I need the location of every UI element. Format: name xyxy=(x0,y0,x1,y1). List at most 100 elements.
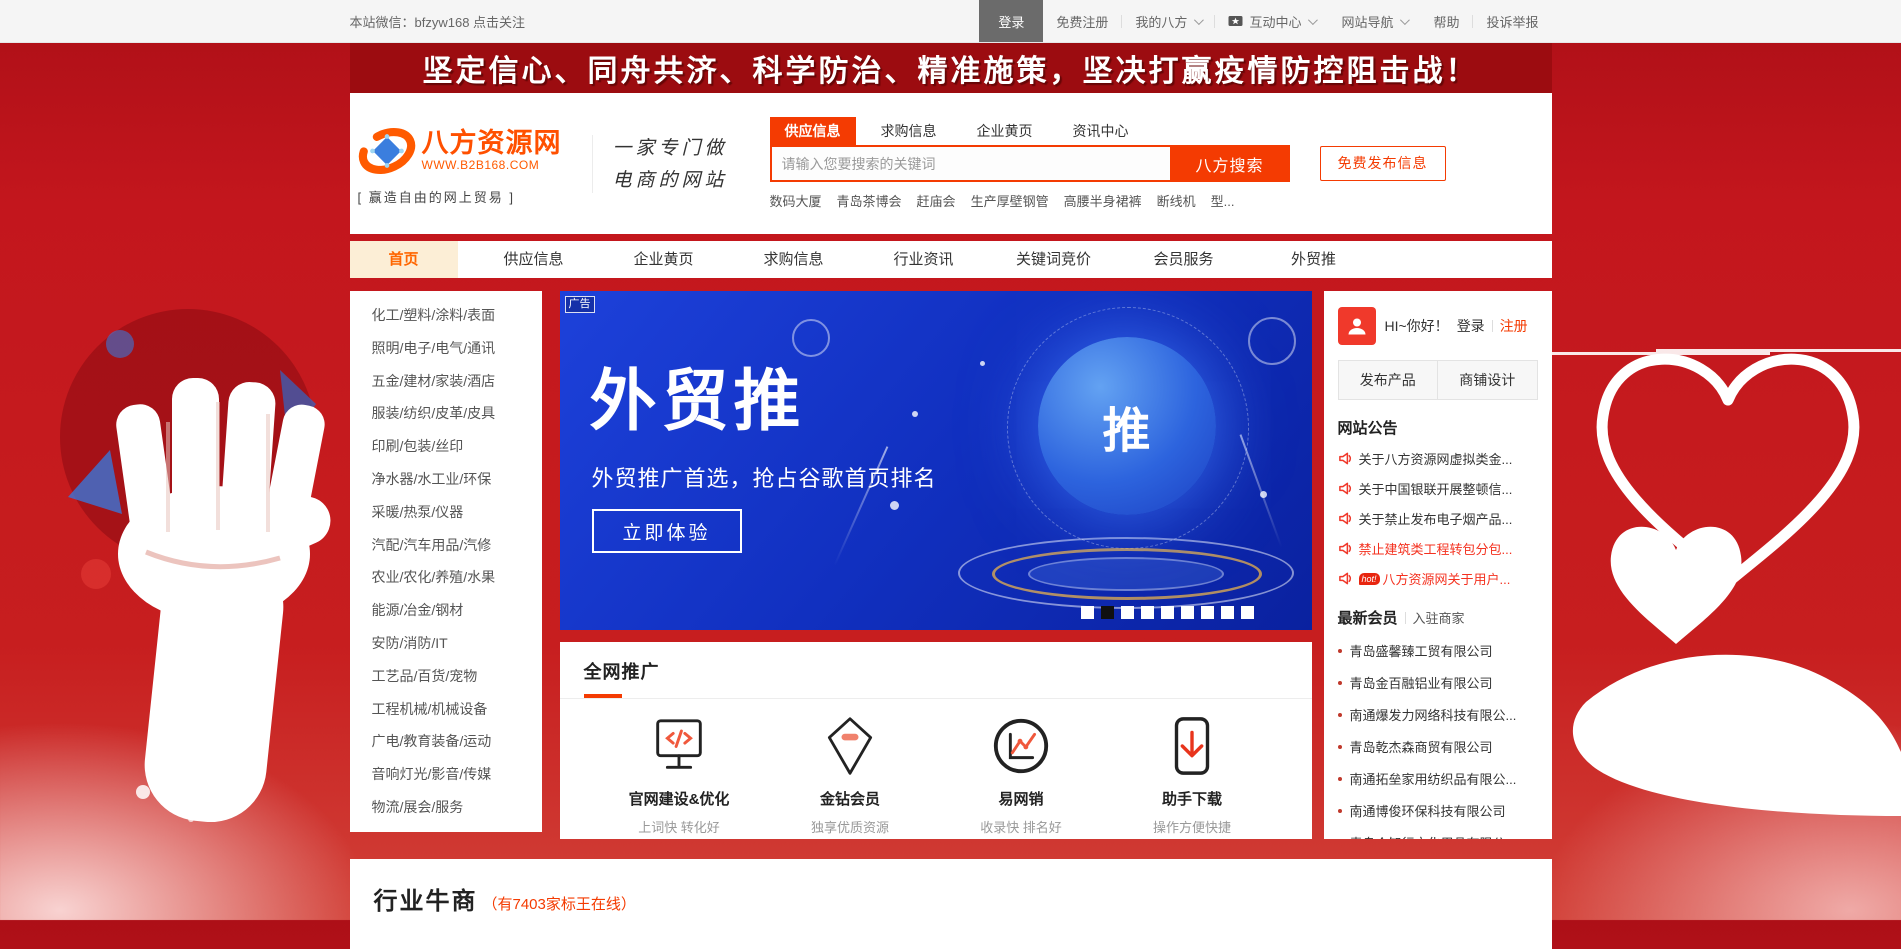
carousel-dot[interactable] xyxy=(1161,606,1174,619)
members-subtitle[interactable]: 入驻商家 xyxy=(1413,608,1465,627)
carousel-dot[interactable] xyxy=(1141,606,1154,619)
quick-buttons: 发布产品 商铺设计 xyxy=(1338,360,1538,400)
category-item[interactable]: 音响灯光/影音/传媒 xyxy=(350,758,542,791)
category-item[interactable]: 五金/建材/家装/酒店 xyxy=(350,365,542,398)
user-greeting: HI~你好！ 登录 注册 xyxy=(1338,291,1538,345)
nav-item[interactable]: 会员服务 xyxy=(1130,241,1238,278)
search-tab[interactable]: 求购信息 xyxy=(866,117,952,145)
category-item[interactable]: 广电/教育装备/运动 xyxy=(350,725,542,758)
category-item[interactable]: 工程机械/机械设备 xyxy=(350,693,542,726)
wechat-follow-text[interactable]: 本站微信：bfzyw168 点击关注 xyxy=(350,12,980,31)
latest-members: 最新会员 入驻商家 青岛盛馨臻工贸有限公司青岛金百融铝业有限公司南通爆发力网络科… xyxy=(1338,607,1538,839)
speaker-icon xyxy=(1338,511,1353,526)
speaker-icon xyxy=(1338,481,1353,496)
help-link[interactable]: 帮助 xyxy=(1420,0,1472,42)
search-module: 供应信息求购信息企业黄页资讯中心 八方搜索 免费发布信息 数码大厦青岛茶博会赶庙… xyxy=(770,117,1446,210)
nav-item[interactable]: 求购信息 xyxy=(740,241,848,278)
promo-item-gold-member[interactable]: 金钻会员 独享优质资源 xyxy=(775,715,925,836)
search-tab[interactable]: 企业黄页 xyxy=(962,117,1048,145)
chevron-down-icon xyxy=(1194,15,1204,25)
announcement-item[interactable]: hot! 八方资源网关于用户... xyxy=(1338,569,1538,588)
search-tabs: 供应信息求购信息企业黄页资讯中心 xyxy=(770,117,1446,145)
carousel-dot[interactable] xyxy=(1181,606,1194,619)
promo-item-desc: 操作方便快捷 xyxy=(1117,817,1267,836)
category-item[interactable]: 工艺品/百货/宠物 xyxy=(350,660,542,693)
nav-item[interactable]: 供应信息 xyxy=(480,241,588,278)
announcement-item[interactable]: hot! 禁止建筑类工程转包分包... xyxy=(1338,539,1538,558)
member-item[interactable]: 南通爆发力网络科技有限公... xyxy=(1338,705,1538,724)
banner-cta-button[interactable]: 立即体验 xyxy=(592,509,742,553)
login-button[interactable]: 登录 xyxy=(979,0,1043,42)
category-item[interactable]: 安防/消防/IT xyxy=(350,627,542,660)
promo-item-ewangxiao[interactable]: 易网销 收录快 排名好 xyxy=(946,715,1096,836)
heart-hand-artwork xyxy=(1556,250,1901,830)
hot-keyword-link[interactable]: 数码大厦 xyxy=(770,191,822,210)
carousel-dot[interactable] xyxy=(1241,606,1254,619)
promo-item-website[interactable]: 官网建设&优化 上词快 转化好 xyxy=(604,715,754,836)
site-logo[interactable]: 八方资源网 WWW.B2B168.COM [ 赢造自由的网上贸易 ] xyxy=(358,122,578,206)
nav-item[interactable]: 外贸推 xyxy=(1260,241,1368,278)
nav-item[interactable]: 关键词竞价 xyxy=(1000,241,1108,278)
register-link[interactable]: 免费注册 xyxy=(1043,0,1121,42)
category-item[interactable]: 物流/展会/服务 xyxy=(350,791,542,824)
interact-center-menu[interactable]: 互动中心 xyxy=(1215,0,1328,42)
banner-decoration xyxy=(980,361,985,366)
announcement-item[interactable]: hot! 关于中国银联开展整顿信... xyxy=(1338,479,1538,498)
search-input[interactable] xyxy=(770,145,1170,182)
hot-keyword-link[interactable]: 赶庙会 xyxy=(917,191,956,210)
category-item[interactable]: 能源/冶金/钢材 xyxy=(350,594,542,627)
nav-item[interactable]: 行业资讯 xyxy=(870,241,978,278)
member-item[interactable]: 青岛众知行文化用品有限公... xyxy=(1338,833,1538,839)
my-bafang-menu[interactable]: 我的八方 xyxy=(1122,0,1214,42)
logo-icon xyxy=(358,122,416,180)
category-item[interactable]: 化工/塑料/涂料/表面 xyxy=(350,299,542,332)
carousel-dot[interactable] xyxy=(1101,606,1114,619)
campaign-banner: 坚定信心、同舟共济、科学防治、精准施策，坚决打赢疫情防控阻击战！ xyxy=(350,43,1552,93)
carousel-dot[interactable] xyxy=(1121,606,1134,619)
hot-keyword-link[interactable]: 高腰半身裙裤 xyxy=(1064,191,1142,210)
chevron-down-icon xyxy=(1308,15,1318,25)
member-item[interactable]: 南通拓垒家用纺织品有限公... xyxy=(1338,769,1538,788)
member-item[interactable]: 青岛乾杰森商贸有限公司 xyxy=(1338,737,1538,756)
hot-keyword-link[interactable]: 青岛茶博会 xyxy=(837,191,902,210)
member-item[interactable]: 青岛盛馨臻工贸有限公司 xyxy=(1338,641,1538,660)
category-item[interactable]: 农业/农化/养殖/水果 xyxy=(350,561,542,594)
greeting-text: HI~你好！ xyxy=(1385,316,1449,336)
carousel-dot[interactable] xyxy=(1201,606,1214,619)
promo-item-assistant-download[interactable]: 助手下载 操作方便快捷 xyxy=(1117,715,1267,836)
category-item[interactable]: 照明/电子/电气/通讯 xyxy=(350,332,542,365)
search-tab[interactable]: 供应信息 xyxy=(770,117,856,145)
category-item[interactable]: 净水器/水工业/环保 xyxy=(350,463,542,496)
hot-keyword-link[interactable]: 型... xyxy=(1211,191,1235,210)
hero-banner[interactable]: 广告 推 外贸推 外贸推广首选，抢占谷歌首页排名 立即体验 xyxy=(560,291,1312,630)
shop-design-button[interactable]: 商铺设计 xyxy=(1438,361,1537,399)
announcement-item[interactable]: hot! 关于禁止发布电子烟产品... xyxy=(1338,509,1538,528)
carousel-dot[interactable] xyxy=(1081,606,1094,619)
search-tab[interactable]: 资讯中心 xyxy=(1058,117,1144,145)
carousel-dot[interactable] xyxy=(1221,606,1234,619)
ad-tag: 广告 xyxy=(565,296,595,313)
register-link-panel[interactable]: 注册 xyxy=(1500,316,1528,336)
category-item[interactable]: 印刷/包装/丝印 xyxy=(350,430,542,463)
site-nav-menu[interactable]: 网站导航 xyxy=(1328,0,1420,42)
category-item[interactable]: 汽配/汽车用品/汽修 xyxy=(350,529,542,562)
promo-item-desc: 独享优质资源 xyxy=(775,817,925,836)
publish-product-button[interactable]: 发布产品 xyxy=(1339,361,1439,399)
site-motto: [ 赢造自由的网上贸易 ] xyxy=(358,187,578,206)
login-link[interactable]: 登录 xyxy=(1457,316,1485,336)
hot-keyword-link[interactable]: 断线机 xyxy=(1157,191,1196,210)
promo-item-title: 易网销 xyxy=(946,788,1096,809)
category-item[interactable]: 采暖/热泵/仪器 xyxy=(350,496,542,529)
member-item[interactable]: 青岛金百融铝业有限公司 xyxy=(1338,673,1538,692)
promo-item-title: 助手下载 xyxy=(1117,788,1267,809)
announcement-text: 关于禁止发布电子烟产品... xyxy=(1359,509,1513,528)
publish-info-button[interactable]: 免费发布信息 xyxy=(1320,146,1446,181)
nav-item[interactable]: 企业黄页 xyxy=(610,241,718,278)
report-link[interactable]: 投诉举报 xyxy=(1473,0,1551,42)
category-item[interactable]: 服装/纺织/皮革/皮具 xyxy=(350,397,542,430)
announcement-item[interactable]: hot! 关于八方资源网虚拟类金... xyxy=(1338,449,1538,468)
search-button[interactable]: 八方搜索 xyxy=(1170,145,1290,182)
member-item[interactable]: 南通博俊环保科技有限公司 xyxy=(1338,801,1538,820)
nav-item[interactable]: 首页 xyxy=(350,241,458,278)
hot-keyword-link[interactable]: 生产厚壁钢管 xyxy=(971,191,1049,210)
